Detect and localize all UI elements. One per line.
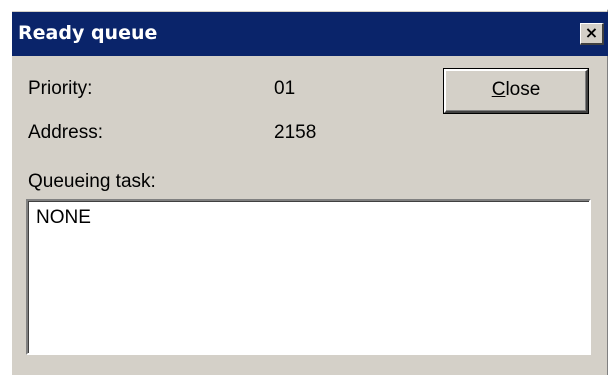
ready-queue-dialog: Ready queue × Priority: 01 Close Address… (10, 9, 608, 375)
dialog-title: Ready queue (18, 22, 158, 44)
title-bar[interactable]: Ready queue × (12, 12, 608, 56)
close-icon[interactable]: × (580, 23, 604, 45)
queueing-task-label: Queueing task: (28, 171, 156, 192)
priority-label: Priority: (28, 78, 93, 99)
address-value: 2158 (274, 122, 317, 143)
priority-value: 01 (274, 78, 296, 99)
close-button-label: lose (505, 79, 541, 100)
queueing-task-list[interactable]: NONE (26, 199, 591, 355)
close-button[interactable]: Close (443, 68, 589, 114)
queueing-task-item: NONE (36, 207, 91, 228)
close-button-accelerator: C (491, 79, 506, 100)
address-label: Address: (28, 122, 103, 143)
